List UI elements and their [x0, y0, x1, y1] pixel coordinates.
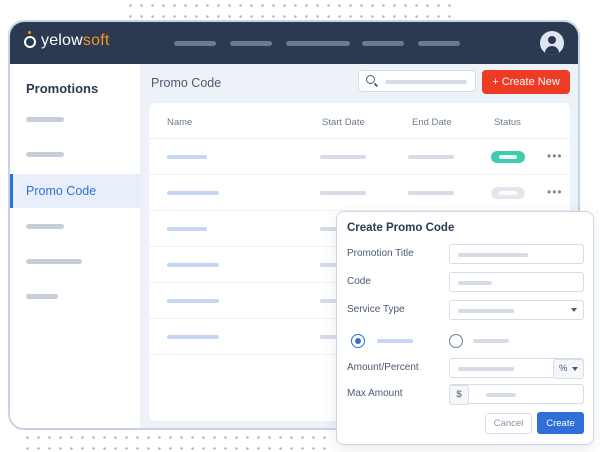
name-cell	[167, 191, 219, 195]
code-field[interactable]	[449, 272, 584, 292]
field-placeholder	[458, 367, 514, 371]
name-cell	[167, 155, 207, 159]
end-date-cell	[408, 191, 454, 195]
nav-item[interactable]	[174, 41, 216, 46]
screenshot-stage: yelow soft Promotions Promo Code Promo Co…	[0, 0, 600, 452]
select-placeholder	[458, 309, 514, 313]
nav-item[interactable]	[362, 41, 404, 46]
create-new-button[interactable]: + Create New	[482, 70, 570, 94]
start-date-cell	[320, 191, 366, 195]
amount-percent-field[interactable]: %	[449, 358, 584, 379]
field-placeholder	[486, 393, 516, 397]
decorative-dot-grid	[22, 432, 332, 452]
table-row[interactable]: •••	[149, 175, 570, 211]
user-avatar-icon[interactable]	[540, 31, 564, 55]
sidebar-item-label: Promo Code	[26, 184, 97, 198]
sidebar-item[interactable]	[26, 259, 82, 264]
more-options-icon[interactable]: •••	[547, 150, 563, 162]
nav-item[interactable]	[230, 41, 272, 46]
table-row[interactable]: •••	[149, 139, 570, 175]
name-cell	[167, 227, 207, 231]
column-header-name[interactable]: Name	[167, 117, 192, 128]
radio-option-selected[interactable]	[351, 334, 365, 348]
create-promo-code-dialog: Create Promo Code Promotion Title Code S…	[336, 211, 594, 445]
top-navigation-bar: yelow soft	[10, 22, 578, 64]
more-options-icon[interactable]: •••	[547, 186, 563, 198]
sidebar: Promotions Promo Code	[10, 64, 140, 428]
column-header-start-date[interactable]: Start Date	[322, 117, 365, 128]
promotion-title-label: Promotion Title	[347, 248, 414, 259]
status-badge-inactive[interactable]	[491, 187, 525, 199]
search-icon	[366, 75, 375, 84]
sidebar-title: Promotions	[26, 81, 99, 96]
sidebar-item[interactable]	[26, 294, 58, 299]
dialog-title: Create Promo Code	[347, 222, 455, 234]
sidebar-item[interactable]	[26, 224, 64, 229]
promotion-title-field[interactable]	[449, 244, 584, 264]
brand-logo[interactable]: yelow soft	[24, 31, 110, 50]
name-cell	[167, 299, 219, 303]
column-header-status[interactable]: Status	[494, 117, 521, 128]
status-badge-active[interactable]	[491, 151, 525, 163]
chevron-down-icon	[572, 367, 578, 371]
decorative-dot-grid	[125, 0, 455, 18]
logo-icon	[24, 31, 36, 48]
chevron-down-icon	[571, 308, 577, 312]
create-button[interactable]: Create	[537, 412, 584, 434]
end-date-cell	[408, 155, 454, 159]
service-type-label: Service Type	[347, 304, 405, 315]
sidebar-item[interactable]	[26, 117, 64, 122]
max-amount-field[interactable]: $	[449, 384, 584, 405]
percent-unit: %	[559, 363, 568, 374]
unit-select[interactable]: %	[553, 359, 584, 379]
field-placeholder	[458, 253, 528, 257]
search-placeholder	[385, 80, 467, 84]
logo-text-accent: soft	[82, 32, 110, 49]
column-header-end-date[interactable]: End Date	[412, 117, 452, 128]
service-type-select[interactable]	[449, 300, 584, 320]
sidebar-item-promo-code[interactable]: Promo Code	[10, 174, 140, 208]
cancel-button[interactable]: Cancel	[485, 413, 532, 434]
search-input[interactable]	[358, 70, 476, 92]
logo-text-primary: yelow	[41, 32, 83, 49]
sidebar-item[interactable]	[26, 152, 64, 157]
name-cell	[167, 335, 219, 339]
nav-item[interactable]	[418, 41, 460, 46]
page-title: Promo Code	[151, 76, 222, 90]
amount-percent-label: Amount/Percent	[347, 362, 419, 373]
max-amount-label: Max Amount	[347, 388, 403, 399]
radio-option-unselected[interactable]	[449, 334, 463, 348]
start-date-cell	[320, 155, 366, 159]
nav-item[interactable]	[286, 41, 350, 46]
code-label: Code	[347, 276, 371, 287]
field-placeholder	[458, 281, 492, 285]
name-cell	[167, 263, 219, 267]
radio-option-label	[473, 339, 509, 343]
radio-option-label	[377, 339, 413, 343]
currency-unit: $	[449, 385, 469, 405]
